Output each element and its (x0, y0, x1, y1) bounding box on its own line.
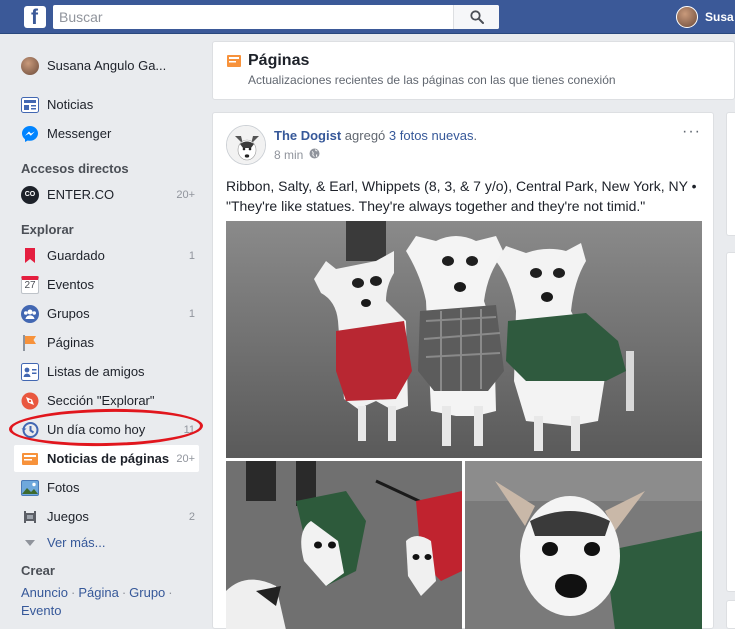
photos-icon (20, 478, 40, 498)
calendar-icon-date: 27 (21, 275, 39, 294)
sidebar-item-news-feed[interactable]: Noticias (14, 91, 199, 118)
sidebar-item-label: Grupos (47, 306, 90, 321)
sidebar-item-label: Eventos (47, 277, 94, 292)
post-action-end: . (473, 128, 478, 143)
sidebar-item-friend-lists[interactable]: Listas de amigos (14, 358, 199, 385)
sidebar-item-games[interactable]: Juegos 2 (14, 503, 199, 530)
right-column-card (726, 252, 735, 592)
sidebar-item-label: Listas de amigos (47, 364, 145, 379)
pages-flag-icon (226, 53, 242, 72)
messenger-icon (20, 124, 40, 144)
post-author-link[interactable]: The Dogist (274, 128, 341, 143)
sidebar-item-label: Sección "Explorar" (47, 393, 155, 408)
separator-dot: · (70, 585, 76, 600)
top-profile-link[interactable]: Susa (676, 5, 734, 29)
enterco-icon: CO (20, 185, 40, 205)
see-more-link[interactable]: Ver más... (14, 529, 199, 556)
right-column-card (726, 112, 735, 236)
post-text: Ribbon, Salty, & Earl, Whippets (8, 3, &… (226, 178, 697, 214)
post-action-text: agregó (344, 128, 386, 143)
sidebar-item-explore-feed[interactable]: Sección "Explorar" (14, 387, 199, 414)
sidebar-item-label: Susana Angulo Ga... (47, 58, 167, 73)
post-timestamp[interactable]: 8 min (274, 148, 303, 162)
sidebar-item-profile[interactable]: Susana Angulo Ga... (14, 52, 199, 79)
sidebar-item-count: 2 (188, 510, 195, 523)
create-ad-link[interactable]: Anuncio (21, 585, 68, 600)
sidebar-item-messenger[interactable]: Messenger (14, 120, 199, 147)
sidebar-item-saved[interactable]: Guardado 1 (14, 242, 199, 269)
top-user-name: Susa (705, 10, 734, 24)
groups-icon (20, 304, 40, 324)
search-input[interactable] (53, 5, 453, 29)
sidebar-item-label: Un día como hoy (47, 422, 146, 437)
create-section-title: Crear (21, 563, 55, 578)
sidebar-item-count: 20+ (176, 188, 195, 201)
post-photo-1[interactable] (226, 221, 702, 458)
create-event-link[interactable]: Evento (21, 603, 61, 618)
calendar-icon: 27 (20, 275, 40, 295)
sidebar-item-pages[interactable]: Páginas (14, 329, 199, 356)
create-page-link[interactable]: Página (78, 585, 118, 600)
page-subtitle: Actualizaciones recientes de las páginas… (248, 73, 616, 87)
post-photo-3[interactable] (465, 461, 702, 629)
pages-flag-icon (20, 333, 40, 353)
sidebar-item-label: ENTER.CO (47, 187, 115, 202)
sidebar-item-pages-feed[interactable]: Noticias de páginas 20+ (14, 445, 199, 472)
sidebar-item-label: Juegos (47, 509, 89, 524)
shortcuts-section-title: Accesos directos (21, 161, 129, 176)
search-box (53, 5, 499, 29)
globe-icon (309, 148, 320, 162)
pages-feed-header: Páginas Actualizaciones recientes de las… (212, 41, 735, 100)
post-header: The Dogist agregó 3 fotos nuevas. (274, 128, 477, 143)
sidebar-item-memories[interactable]: Un día como hoy 11 (14, 416, 199, 443)
sidebar-item-label: Fotos (47, 480, 80, 495)
post-photos-link[interactable]: 3 fotos nuevas (389, 128, 474, 143)
search-button[interactable] (453, 5, 499, 29)
sidebar-item-events[interactable]: 27 Eventos (14, 271, 199, 298)
post-meta: 8 min (274, 148, 320, 162)
explore-section-title: Explorar (21, 222, 74, 237)
memories-icon (20, 420, 40, 440)
sidebar-item-label: Noticias de páginas (47, 451, 170, 466)
news-feed-icon (20, 95, 40, 115)
avatar (20, 56, 40, 76)
feed-post: The Dogist agregó 3 fotos nuevas. 8 min … (212, 112, 714, 629)
sidebar-item-label: Páginas (47, 335, 94, 350)
facebook-logo-icon[interactable]: f (24, 6, 46, 29)
top-navigation-bar: f Susa (0, 0, 735, 34)
post-photo-2[interactable] (226, 461, 462, 629)
left-sidebar: Susana Angulo Ga... Noticias Messenger A… (0, 34, 212, 629)
create-links: Anuncio · Página · Grupo · Evento (21, 584, 201, 620)
sidebar-item-enterco[interactable]: CO ENTER.CO 20+ (14, 181, 199, 208)
sidebar-item-count: 1 (188, 249, 195, 262)
sidebar-item-label: Guardado (47, 248, 105, 263)
see-more-label: Ver más... (47, 535, 106, 550)
create-group-link[interactable]: Grupo (129, 585, 165, 600)
bookmark-icon (20, 246, 40, 266)
sidebar-item-label: Noticias (47, 97, 94, 112)
right-column-card (726, 600, 735, 629)
separator-dot: · (168, 585, 173, 600)
sidebar-item-count: 20+ (176, 452, 195, 465)
page-title: Páginas (248, 52, 310, 69)
pages-feed-icon (20, 449, 40, 469)
separator-dot: · (121, 585, 127, 600)
chevron-down-icon (20, 533, 40, 553)
post-options-button[interactable]: ··· (682, 123, 701, 141)
page-avatar[interactable] (226, 125, 266, 165)
games-icon (20, 507, 40, 527)
explore-icon (20, 391, 40, 411)
sidebar-item-photos[interactable]: Fotos (14, 474, 199, 501)
search-icon (469, 10, 484, 24)
sidebar-item-count: 11 (183, 423, 195, 436)
friend-lists-icon (20, 362, 40, 382)
avatar (676, 6, 698, 28)
sidebar-item-label: Messenger (47, 126, 112, 141)
sidebar-item-count: 1 (188, 307, 195, 320)
sidebar-item-groups[interactable]: Grupos 1 (14, 300, 199, 327)
